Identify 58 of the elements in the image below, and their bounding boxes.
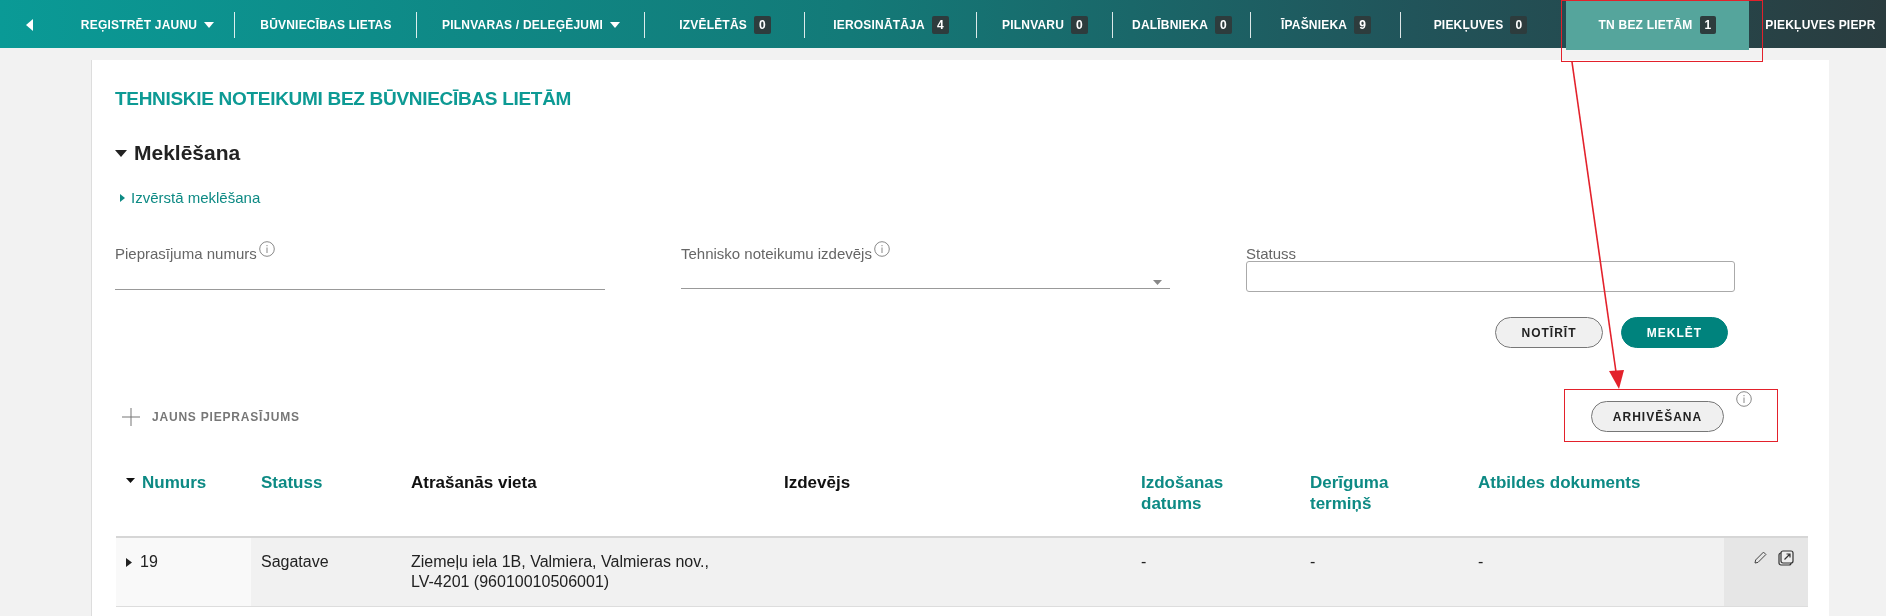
back-arrow-icon[interactable] bbox=[26, 19, 34, 31]
nav-tab[interactable]: BŪVNIECĪBAS LIETAS bbox=[235, 0, 417, 50]
table-cell: 19 bbox=[140, 552, 158, 572]
nav-tab[interactable]: DALĪBNIEKA 0 bbox=[1113, 0, 1251, 50]
count-badge: 0 bbox=[1215, 16, 1232, 34]
nav-tab[interactable]: IZVĒLĒTĀS 0 bbox=[645, 0, 805, 50]
open-external-icon[interactable] bbox=[1778, 550, 1794, 566]
expand-triangle-icon bbox=[120, 193, 125, 202]
page-title: TEHNISKIE NOTEIKUMI BEZ BŪVNIECĪBAS LIETĀM bbox=[115, 87, 573, 110]
advanced-search-link[interactable]: Izvērstā meklēšana bbox=[120, 189, 261, 206]
count-badge: 1 bbox=[1699, 16, 1717, 34]
new-request-link[interactable]: JAUNS PIEPRASĪJUMS bbox=[122, 407, 300, 426]
nav-tab[interactable]: PILNVARAS / DELEĢĒJUMI bbox=[417, 0, 645, 50]
nav-tab[interactable]: PILNVARU 0 bbox=[977, 0, 1113, 50]
archive-button[interactable]: ARHIVĒŠANA bbox=[1591, 401, 1724, 432]
count-badge: 0 bbox=[1510, 16, 1528, 34]
count-badge: 9 bbox=[1354, 16, 1372, 34]
info-icon[interactable] bbox=[258, 241, 275, 257]
search-form-button[interactable]: NOTĪRĪT bbox=[1495, 317, 1603, 348]
count-badge: 4 bbox=[931, 16, 949, 34]
nav-tab[interactable]: ĪPAŠNIEKA 9 bbox=[1251, 0, 1401, 50]
column-header: Izdevējs bbox=[784, 472, 852, 493]
nav-tab[interactable]: TN BEZ LIETĀM 1 bbox=[1566, 0, 1749, 50]
field-label: Pieprasījuma numurs bbox=[115, 245, 257, 262]
table-cell: - bbox=[1141, 552, 1147, 572]
field-label: Tehnisko noteikumu izdevējs bbox=[681, 245, 872, 262]
info-icon[interactable] bbox=[1736, 391, 1752, 407]
search-form-button[interactable]: MEKLĒT bbox=[1621, 317, 1728, 348]
table-cell: Sagatave bbox=[261, 552, 329, 572]
column-header[interactable]: Atbildes dokuments bbox=[1478, 472, 1678, 493]
count-badge: 0 bbox=[753, 16, 771, 34]
count-badge: 0 bbox=[1071, 16, 1088, 34]
select-field[interactable] bbox=[681, 280, 1170, 289]
field-label: Statuss bbox=[1246, 245, 1297, 262]
nav-tab[interactable]: IEROSINĀTĀJA 4 bbox=[805, 0, 977, 50]
section-heading[interactable]: Meklēšana bbox=[134, 141, 241, 165]
nav-tab[interactable]: PIEKĻUVES 0 bbox=[1401, 0, 1560, 50]
column-header[interactable]: Izdošanas datums bbox=[1141, 472, 1271, 514]
column-header[interactable]: Numurs bbox=[142, 472, 207, 493]
text-field[interactable] bbox=[115, 287, 605, 290]
column-header[interactable]: Statuss bbox=[261, 472, 323, 493]
expand-row-icon[interactable] bbox=[126, 558, 133, 567]
table-cell: - bbox=[1310, 552, 1316, 572]
status-field[interactable] bbox=[1246, 261, 1735, 292]
column-header[interactable]: Derīguma termiņš bbox=[1310, 472, 1440, 514]
table-cell-text: Ziemeļu iela 1B, Valmiera, Valmieras nov., LV-4201 (96010010506001) bbox=[411, 552, 710, 592]
caret-icon bbox=[609, 22, 620, 28]
dropdown-caret-icon bbox=[1153, 280, 1162, 285]
nav-tab[interactable]: PIEKĻUVES PIEPR bbox=[1755, 0, 1886, 50]
nav-tab[interactable]: REĢISTRĒT JAUNU bbox=[60, 0, 235, 50]
caret-icon bbox=[204, 22, 215, 28]
info-icon[interactable] bbox=[873, 241, 890, 257]
edit-pencil-icon[interactable] bbox=[1753, 550, 1768, 565]
table-cell: - bbox=[1478, 552, 1484, 572]
sort-arrow-icon[interactable] bbox=[126, 478, 135, 483]
collapse-triangle-icon[interactable] bbox=[115, 149, 127, 157]
plus-icon bbox=[122, 407, 140, 426]
column-header: Atrašanās vieta bbox=[411, 472, 538, 493]
